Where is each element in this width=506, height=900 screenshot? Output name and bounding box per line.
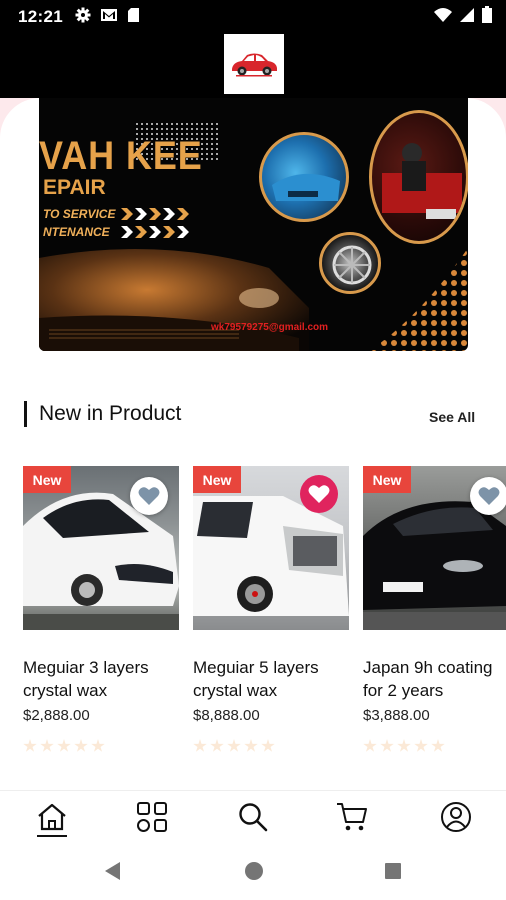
banner-subtitle: EPAIR [43,176,106,199]
product-name: Meguiar 3 layers crystal wax [23,658,149,700]
categories-icon[interactable] [122,791,182,843]
active-tab-indicator [37,835,67,837]
favorite-heart-icon[interactable] [130,477,168,515]
engine-photo-circle [259,132,349,222]
gmail-icon [100,7,118,28]
favorite-heart-icon[interactable] [470,477,506,515]
banner-email: wk79579275@gmail.com [211,322,329,333]
wifi-icon [434,7,452,28]
wheel-photo-circle [319,232,381,294]
product-price: $2,888.00 [23,707,90,724]
banner-line-service: TO SERVICE [43,207,116,221]
rating-stars [363,739,445,753]
orange-dots-decoration [369,248,468,351]
new-badge: New [23,466,71,493]
back-icon[interactable] [102,860,122,887]
battery-icon [482,6,492,28]
section-title: New in Product [39,402,182,425]
banner-car-image [39,249,309,351]
new-badge: New [363,466,411,493]
sd-card-icon [127,7,140,28]
bottom-navigation [0,790,506,842]
favorite-heart-icon[interactable] [300,475,338,513]
promo-banner[interactable]: VAH KEE EPAIR TO SERVICE NTENANCE wk7957… [39,98,468,351]
home-circle-icon[interactable] [244,861,264,886]
status-bar: 12:21 [0,0,506,34]
status-time: 12:21 [18,7,63,26]
gear-icon [75,7,91,28]
cart-icon[interactable] [322,791,382,843]
recents-icon[interactable] [384,862,402,885]
app-screen: 12:21 VAH KEE EPAIR TO SERVICE NTENANCE … [0,0,506,900]
product-price: $8,888.00 [193,707,260,724]
product-name: Meguiar 5 layers crystal wax [193,658,319,700]
product-name: Japan 9h coating for 2 years [363,658,493,700]
banner-title: VAH KEE [39,134,203,178]
banner-line-maintenance: NTENANCE [43,225,110,239]
profile-icon[interactable] [426,791,486,843]
signal-icon [459,7,475,28]
app-header [0,34,506,98]
see-all-link[interactable]: See All [429,409,475,425]
product-price: $3,888.00 [363,707,430,724]
chevron-arrows-icon [121,226,189,238]
car-logo-icon[interactable] [224,34,284,94]
search-icon[interactable] [223,791,283,843]
section-accent-bar [24,401,27,427]
rating-stars [193,739,275,753]
mechanic-photo-circle [369,110,468,244]
chevron-arrows-icon [121,208,189,220]
rating-stars [23,739,105,753]
new-badge: New [193,466,241,493]
system-navigation-bar [0,842,506,900]
